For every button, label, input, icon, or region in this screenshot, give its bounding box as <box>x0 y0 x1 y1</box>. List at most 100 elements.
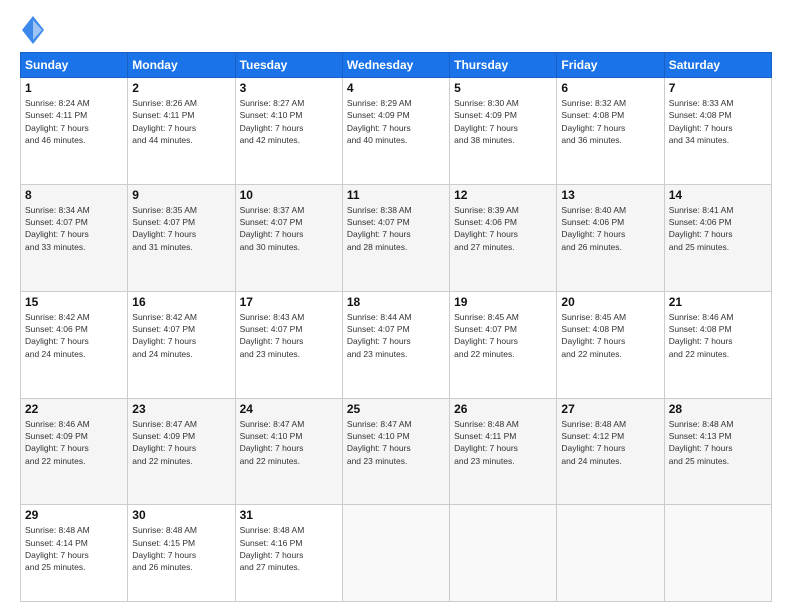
day-info: Sunrise: 8:42 AMSunset: 4:06 PMDaylight:… <box>25 311 123 360</box>
calendar-cell: 25 Sunrise: 8:47 AMSunset: 4:10 PMDayligh… <box>342 398 449 505</box>
day-info: Sunrise: 8:40 AMSunset: 4:06 PMDaylight:… <box>561 204 659 253</box>
week-row-2: 8 Sunrise: 8:34 AMSunset: 4:07 PMDaylight… <box>21 184 772 291</box>
day-info: Sunrise: 8:38 AMSunset: 4:07 PMDaylight:… <box>347 204 445 253</box>
calendar-cell: 12Sunrise: 8:39 AMSunset: 4:06 PMDayligh… <box>450 184 557 291</box>
day-number: 11 <box>347 188 445 202</box>
calendar-cell: 10 Sunrise: 8:37 AMSunset: 4:07 PMDayligh… <box>235 184 342 291</box>
week-row-3: 15 Sunrise: 8:42 AMSunset: 4:06 PMDayligh… <box>21 291 772 398</box>
day-info: Sunrise: 8:45 AMSunset: 4:07 PMDaylight:… <box>454 311 552 360</box>
calendar-cell: 7Sunrise: 8:33 AMSunset: 4:08 PMDaylight… <box>664 78 771 185</box>
week-row-4: 22Sunrise: 8:46 AMSunset: 4:09 PMDayligh… <box>21 398 772 505</box>
day-number: 3 <box>240 81 338 95</box>
day-number: 30 <box>132 508 230 522</box>
day-info: Sunrise: 8:48 AMSunset: 4:11 PMDaylight:… <box>454 418 552 467</box>
calendar-cell: 1 Sunrise: 8:24 AMSunset: 4:11 PMDaylight… <box>21 78 128 185</box>
day-info: Sunrise: 8:29 AMSunset: 4:09 PMDaylight:… <box>347 97 445 146</box>
day-number: 18 <box>347 295 445 309</box>
calendar-cell: 5Sunrise: 8:30 AMSunset: 4:09 PMDaylight… <box>450 78 557 185</box>
day-number: 6 <box>561 81 659 95</box>
day-number: 19 <box>454 295 552 309</box>
day-number: 1 <box>25 81 123 95</box>
calendar-cell: 14 Sunrise: 8:41 AMSunset: 4:06 PMDayligh… <box>664 184 771 291</box>
day-info: Sunrise: 8:24 AMSunset: 4:11 PMDaylight:… <box>25 97 123 146</box>
day-info: Sunrise: 8:47 AMSunset: 4:09 PMDaylight:… <box>132 418 230 467</box>
day-number: 10 <box>240 188 338 202</box>
calendar-cell: 16 Sunrise: 8:42 AMSunset: 4:07 PMDayligh… <box>128 291 235 398</box>
day-info: Sunrise: 8:48 AMSunset: 4:12 PMDaylight:… <box>561 418 659 467</box>
day-number: 17 <box>240 295 338 309</box>
calendar-cell: 28 Sunrise: 8:48 AMSunset: 4:13 PMDayligh… <box>664 398 771 505</box>
calendar-cell: 29Sunrise: 8:48 AMSunset: 4:14 PMDayligh… <box>21 505 128 602</box>
col-header-thursday: Thursday <box>450 53 557 78</box>
calendar-cell: 22Sunrise: 8:46 AMSunset: 4:09 PMDayligh… <box>21 398 128 505</box>
calendar-cell: 31 Sunrise: 8:48 AMSunset: 4:16 PMDayligh… <box>235 505 342 602</box>
day-info: Sunrise: 8:27 AMSunset: 4:10 PMDaylight:… <box>240 97 338 146</box>
calendar-cell: 13Sunrise: 8:40 AMSunset: 4:06 PMDayligh… <box>557 184 664 291</box>
day-number: 15 <box>25 295 123 309</box>
day-info: Sunrise: 8:45 AMSunset: 4:08 PMDaylight:… <box>561 311 659 360</box>
day-info: Sunrise: 8:34 AMSunset: 4:07 PMDaylight:… <box>25 204 123 253</box>
day-info: Sunrise: 8:48 AMSunset: 4:14 PMDaylight:… <box>25 524 123 573</box>
calendar-cell <box>664 505 771 602</box>
week-row-5: 29Sunrise: 8:48 AMSunset: 4:14 PMDayligh… <box>21 505 772 602</box>
day-number: 26 <box>454 402 552 416</box>
day-info: Sunrise: 8:43 AMSunset: 4:07 PMDaylight:… <box>240 311 338 360</box>
day-number: 25 <box>347 402 445 416</box>
header <box>20 16 772 44</box>
calendar-cell: 11 Sunrise: 8:38 AMSunset: 4:07 PMDayligh… <box>342 184 449 291</box>
day-info: Sunrise: 8:46 AMSunset: 4:09 PMDaylight:… <box>25 418 123 467</box>
calendar-cell: 15 Sunrise: 8:42 AMSunset: 4:06 PMDayligh… <box>21 291 128 398</box>
calendar-cell: 19 Sunrise: 8:45 AMSunset: 4:07 PMDayligh… <box>450 291 557 398</box>
day-info: Sunrise: 8:35 AMSunset: 4:07 PMDaylight:… <box>132 204 230 253</box>
day-number: 4 <box>347 81 445 95</box>
logo <box>20 16 44 44</box>
day-info: Sunrise: 8:41 AMSunset: 4:06 PMDaylight:… <box>669 204 767 253</box>
calendar-cell: 26 Sunrise: 8:48 AMSunset: 4:11 PMDayligh… <box>450 398 557 505</box>
day-info: Sunrise: 8:44 AMSunset: 4:07 PMDaylight:… <box>347 311 445 360</box>
day-number: 16 <box>132 295 230 309</box>
day-number: 14 <box>669 188 767 202</box>
col-header-friday: Friday <box>557 53 664 78</box>
week-row-1: 1 Sunrise: 8:24 AMSunset: 4:11 PMDaylight… <box>21 78 772 185</box>
calendar-cell: 27 Sunrise: 8:48 AMSunset: 4:12 PMDayligh… <box>557 398 664 505</box>
day-info: Sunrise: 8:32 AMSunset: 4:08 PMDaylight:… <box>561 97 659 146</box>
logo-icon <box>22 16 44 44</box>
day-info: Sunrise: 8:48 AMSunset: 4:16 PMDaylight:… <box>240 524 338 573</box>
header-row: SundayMondayTuesdayWednesdayThursdayFrid… <box>21 53 772 78</box>
day-info: Sunrise: 8:47 AMSunset: 4:10 PMDaylight:… <box>347 418 445 467</box>
day-number: 21 <box>669 295 767 309</box>
calendar-cell: 23Sunrise: 8:47 AMSunset: 4:09 PMDayligh… <box>128 398 235 505</box>
calendar-cell: 3 Sunrise: 8:27 AMSunset: 4:10 PMDaylight… <box>235 78 342 185</box>
day-number: 7 <box>669 81 767 95</box>
page: SundayMondayTuesdayWednesdayThursdayFrid… <box>0 0 792 612</box>
day-number: 24 <box>240 402 338 416</box>
day-number: 28 <box>669 402 767 416</box>
day-info: Sunrise: 8:37 AMSunset: 4:07 PMDaylight:… <box>240 204 338 253</box>
col-header-sunday: Sunday <box>21 53 128 78</box>
calendar-cell <box>450 505 557 602</box>
col-header-monday: Monday <box>128 53 235 78</box>
col-header-wednesday: Wednesday <box>342 53 449 78</box>
day-number: 9 <box>132 188 230 202</box>
calendar-cell: 21Sunrise: 8:46 AMSunset: 4:08 PMDayligh… <box>664 291 771 398</box>
day-number: 8 <box>25 188 123 202</box>
col-header-saturday: Saturday <box>664 53 771 78</box>
day-info: Sunrise: 8:47 AMSunset: 4:10 PMDaylight:… <box>240 418 338 467</box>
day-info: Sunrise: 8:48 AMSunset: 4:13 PMDaylight:… <box>669 418 767 467</box>
calendar-cell: 8 Sunrise: 8:34 AMSunset: 4:07 PMDaylight… <box>21 184 128 291</box>
day-info: Sunrise: 8:26 AMSunset: 4:11 PMDaylight:… <box>132 97 230 146</box>
col-header-tuesday: Tuesday <box>235 53 342 78</box>
day-number: 31 <box>240 508 338 522</box>
calendar-cell: 20 Sunrise: 8:45 AMSunset: 4:08 PMDayligh… <box>557 291 664 398</box>
day-info: Sunrise: 8:48 AMSunset: 4:15 PMDaylight:… <box>132 524 230 573</box>
day-info: Sunrise: 8:42 AMSunset: 4:07 PMDaylight:… <box>132 311 230 360</box>
calendar-cell: 24 Sunrise: 8:47 AMSunset: 4:10 PMDayligh… <box>235 398 342 505</box>
day-number: 20 <box>561 295 659 309</box>
day-number: 12 <box>454 188 552 202</box>
day-number: 5 <box>454 81 552 95</box>
calendar-cell: 18 Sunrise: 8:44 AMSunset: 4:07 PMDayligh… <box>342 291 449 398</box>
day-number: 2 <box>132 81 230 95</box>
day-number: 27 <box>561 402 659 416</box>
calendar-table: SundayMondayTuesdayWednesdayThursdayFrid… <box>20 52 772 602</box>
calendar-cell: 17 Sunrise: 8:43 AMSunset: 4:07 PMDayligh… <box>235 291 342 398</box>
